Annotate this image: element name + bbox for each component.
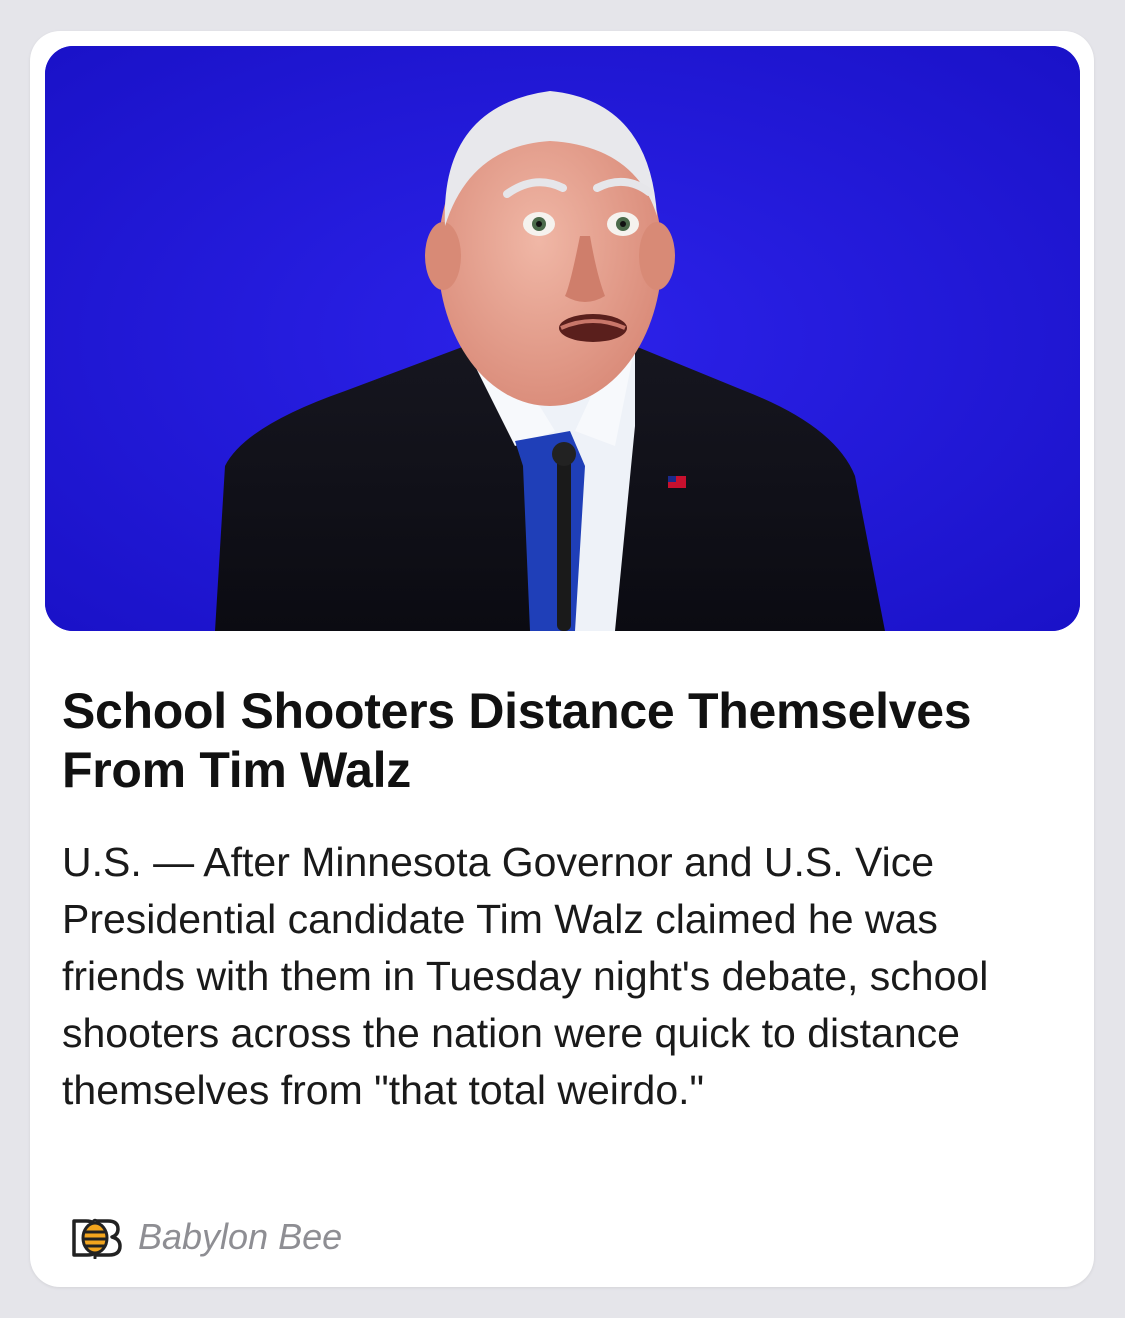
article-card[interactable]: School Shooters Distance Themselves From…: [30, 31, 1094, 1287]
article-headline[interactable]: School Shooters Distance Themselves From…: [62, 682, 1062, 800]
article-source[interactable]: Babylon Bee: [60, 1215, 342, 1259]
article-photo[interactable]: [45, 46, 1080, 631]
babylon-bee-logo-icon: [72, 1218, 122, 1259]
article-photo-illustration: [45, 46, 1080, 631]
article-summary: U.S. — After Minnesota Governor and U.S.…: [62, 839, 989, 1113]
source-name: Babylon Bee: [138, 1216, 343, 1257]
